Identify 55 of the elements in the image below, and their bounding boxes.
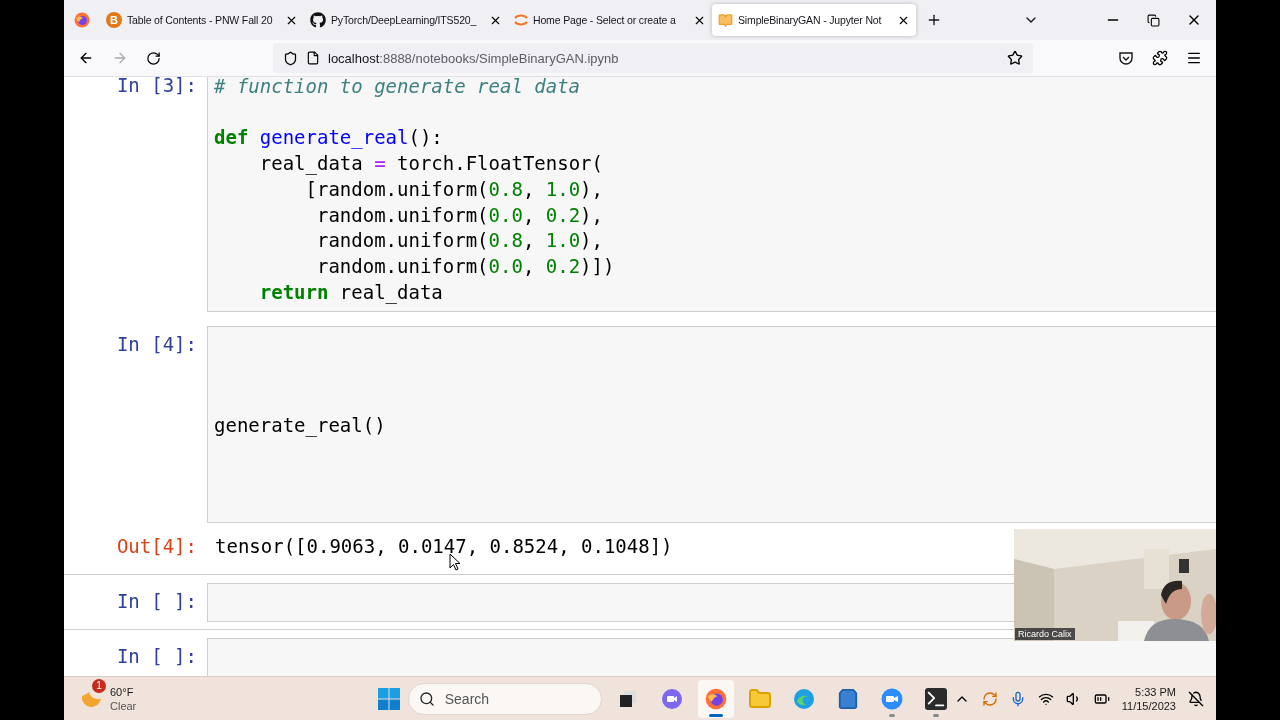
- reload-icon[interactable]: [146, 50, 161, 66]
- notification-badge: 1: [92, 678, 106, 693]
- code-line: real_data = torch.FloatTensor(: [258, 151, 604, 177]
- video-camera-icon: [880, 687, 903, 710]
- input-prompt: In [ ]:: [116, 645, 197, 668]
- code-line: random.uniform(0.8, 1.0),: [315, 228, 604, 254]
- code-line: random.uniform(0.0, 0.2),: [315, 202, 604, 228]
- circle-letter-icon: B: [106, 12, 122, 28]
- fox-logo-icon: [74, 12, 90, 28]
- moon-icon: [82, 690, 102, 707]
- weather-condition: Clear: [110, 698, 137, 713]
- address-bar[interactable]: localhost:8888/notebooks/SimpleBinaryGAN.ipynb: [273, 43, 1033, 73]
- wave-logo-icon: [792, 687, 815, 710]
- code-line: # function to generate real data: [214, 77, 582, 99]
- video-chat-icon: [660, 687, 683, 710]
- code-line: random.uniform(0.0, 0.2)]): [315, 253, 616, 279]
- temperature: 60°F: [110, 684, 135, 699]
- bell-off-icon[interactable]: [1188, 690, 1204, 707]
- book-icon: [718, 12, 733, 28]
- folder-icon: [747, 686, 772, 711]
- code-cell[interactable]: [207, 638, 1216, 676]
- code-cell[interactable]: [207, 77, 1216, 313]
- terminal-icon: [924, 687, 947, 710]
- shield-icon: [283, 50, 298, 66]
- code-line: def generate_real():: [214, 125, 444, 151]
- pocket-icon[interactable]: [1118, 50, 1134, 66]
- new-tab-icon[interactable]: [926, 12, 942, 28]
- participant-name: Ricardo Calix: [1015, 628, 1075, 640]
- page-icon: [306, 51, 320, 65]
- search-icon: [418, 690, 435, 707]
- code-cell[interactable]: [207, 582, 1014, 623]
- input-prompt: In [3]:: [116, 77, 197, 96]
- input-prompt: In [4]:: [116, 333, 197, 356]
- code-line: generate_real(): [214, 413, 387, 439]
- menu-icon[interactable]: [1186, 50, 1202, 66]
- code-line: [random.uniform(0.8, 1.0),: [304, 176, 604, 202]
- bookmark-star-icon[interactable]: [1007, 50, 1023, 66]
- output-prompt: Out[4]:: [116, 535, 197, 557]
- code-cell[interactable]: generate_real(): [207, 326, 1216, 523]
- output-text: tensor([0.9063, 0.0147, 0.8524, 0.1048]): [215, 534, 673, 559]
- restore-icon[interactable]: [1147, 13, 1160, 27]
- clock-date[interactable]: 11/15/2023: [1121, 698, 1176, 713]
- search-field[interactable]: Search: [407, 682, 602, 715]
- clock-time[interactable]: 5:33 PM: [1135, 684, 1176, 699]
- extensions-icon[interactable]: [1152, 50, 1168, 66]
- input-prompt: In [ ]:: [116, 589, 197, 612]
- code-line: return real_data: [258, 279, 444, 306]
- browser-tab[interactable]: SimpleBinaryGAN - Jupyter Not: [712, 4, 916, 36]
- fox-logo-icon: [704, 687, 727, 710]
- stacked-windows-icon: [617, 688, 638, 709]
- sync-icon[interactable]: [981, 690, 998, 707]
- cat-logo-icon: [310, 12, 326, 28]
- windows-logo-icon[interactable]: [377, 687, 400, 710]
- back-icon[interactable]: [78, 50, 94, 66]
- arcs-logo-icon: [514, 13, 528, 27]
